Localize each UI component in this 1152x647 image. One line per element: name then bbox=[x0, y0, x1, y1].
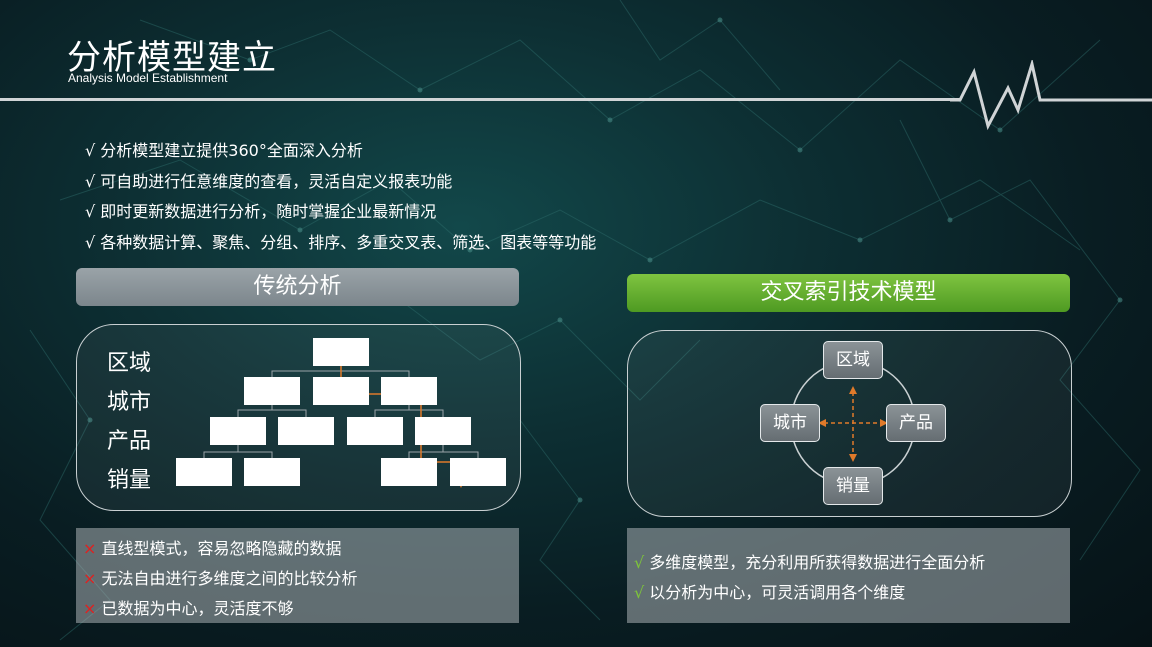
tree-node-sales bbox=[176, 458, 232, 486]
dimension-node-region: 区域 bbox=[823, 341, 883, 379]
tree-node-product bbox=[210, 417, 266, 445]
cons-item: × 直线型模式，容易忽略隐藏的数据 bbox=[83, 539, 342, 558]
title-divider bbox=[0, 98, 960, 101]
row-label-city: 城市 bbox=[107, 390, 152, 415]
dimension-node-sales: 销量 bbox=[823, 467, 883, 505]
page-subtitle: Analysis Model Establishment bbox=[68, 71, 228, 85]
tree-node-city bbox=[381, 377, 437, 405]
tree-node-city bbox=[313, 377, 369, 405]
cross-index-pros-list: √ 多维度模型，充分利用所获得数据进行全面分析 √ 以分析为中心，可灵活调用各个… bbox=[627, 528, 1070, 623]
tree-node-region bbox=[313, 338, 369, 366]
heartbeat-line-icon bbox=[950, 60, 1152, 131]
row-label-sales: 销量 bbox=[107, 468, 152, 493]
dimension-node-city: 城市 bbox=[760, 404, 820, 442]
tree-node-city bbox=[244, 377, 300, 405]
feature-bullet-list: √ 分析模型建立提供360°全面深入分析 √ 可自助进行任意维度的查看，灵活自定… bbox=[85, 136, 596, 258]
dimension-node-product: 产品 bbox=[886, 404, 946, 442]
cons-item: × 无法自由进行多维度之间的比较分析 bbox=[83, 569, 358, 588]
cons-item: × 已数据为中心，灵活度不够 bbox=[83, 599, 294, 618]
bullet-item: √ 各种数据计算、聚焦、分组、排序、多重交叉表、筛选、图表等等功能 bbox=[85, 232, 597, 252]
check-icon: √ bbox=[634, 553, 645, 572]
traditional-cons-list: × 直线型模式，容易忽略隐藏的数据 × 无法自由进行多维度之间的比较分析 × 已… bbox=[76, 528, 519, 623]
bullet-item: √ 分析模型建立提供360°全面深入分析 bbox=[85, 141, 363, 160]
check-icon: √ bbox=[634, 583, 645, 602]
pros-item: √ 以分析为中心，可灵活调用各个维度 bbox=[634, 583, 906, 602]
tree-node-sales bbox=[381, 458, 437, 486]
pros-item: √ 多维度模型，充分利用所获得数据进行全面分析 bbox=[634, 553, 986, 572]
bullet-item: √ 可自助进行任意维度的查看，灵活自定义报表功能 bbox=[85, 171, 453, 191]
tree-node-sales bbox=[450, 458, 506, 486]
cross-index-model-header: 交叉索引技术模型 bbox=[627, 274, 1070, 312]
row-label-region: 区域 bbox=[107, 351, 152, 376]
cross-icon: × bbox=[83, 539, 97, 558]
traditional-analysis-header: 传统分析 bbox=[76, 268, 519, 306]
cross-icon: × bbox=[83, 599, 97, 618]
cross-icon: × bbox=[83, 569, 97, 588]
tree-node-product bbox=[347, 417, 403, 445]
row-label-product: 产品 bbox=[107, 429, 152, 454]
bullet-item: √ 即时更新数据进行分析，随时掌握企业最新情况 bbox=[85, 202, 437, 221]
tree-node-sales bbox=[244, 458, 300, 486]
tree-node-product bbox=[278, 417, 334, 445]
tree-node-product bbox=[415, 417, 471, 445]
